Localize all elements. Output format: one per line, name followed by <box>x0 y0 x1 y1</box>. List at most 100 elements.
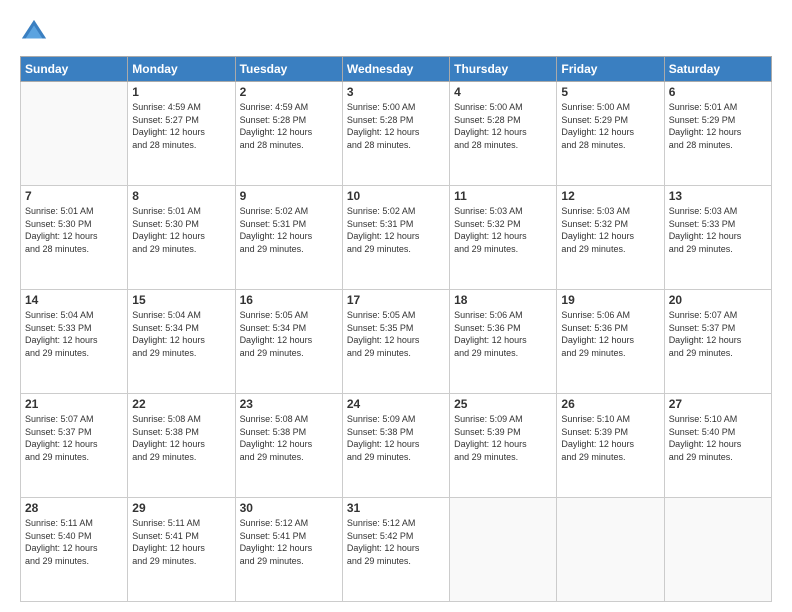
day-number: 5 <box>561 85 659 99</box>
day-number: 29 <box>132 501 230 515</box>
calendar-cell: 2Sunrise: 4:59 AMSunset: 5:28 PMDaylight… <box>235 82 342 186</box>
calendar-cell: 25Sunrise: 5:09 AMSunset: 5:39 PMDayligh… <box>450 394 557 498</box>
day-number: 2 <box>240 85 338 99</box>
calendar-cell: 21 Sunrise: 5:07 AMSunset: 5:37 PMDayligh… <box>21 394 128 498</box>
day-number: 9 <box>240 189 338 203</box>
day-info: Sunrise: 5:09 AMSunset: 5:39 PMDaylight:… <box>454 413 552 463</box>
day-info: Sunrise: 5:00 AMSunset: 5:28 PMDaylight:… <box>347 101 445 151</box>
header <box>20 18 772 46</box>
day-number: 4 <box>454 85 552 99</box>
calendar-week-row: 1 Sunrise: 4:59 AMSunset: 5:27 PMDaylight… <box>21 82 772 186</box>
day-number: 1 <box>132 85 230 99</box>
day-number: 22 <box>132 397 230 411</box>
calendar-cell: 26 Sunrise: 5:10 AMSunset: 5:39 PMDayligh… <box>557 394 664 498</box>
day-number: 15 <box>132 293 230 307</box>
day-info: Sunrise: 5:07 AMSunset: 5:37 PMDaylight:… <box>25 413 123 463</box>
calendar-cell: 23 Sunrise: 5:08 AMSunset: 5:38 PMDayligh… <box>235 394 342 498</box>
calendar-cell: 8 Sunrise: 5:01 AMSunset: 5:30 PMDaylight… <box>128 186 235 290</box>
calendar-cell: 20 Sunrise: 5:07 AMSunset: 5:37 PMDayligh… <box>664 290 771 394</box>
day-info: Sunrise: 5:01 AMSunset: 5:30 PMDaylight:… <box>132 205 230 255</box>
day-info: Sunrise: 5:04 AMSunset: 5:33 PMDaylight:… <box>25 309 123 359</box>
calendar-cell: 24 Sunrise: 5:09 AMSunset: 5:38 PMDayligh… <box>342 394 449 498</box>
calendar-cell: 12 Sunrise: 5:03 AMSunset: 5:32 PMDayligh… <box>557 186 664 290</box>
weekday-header-thursday: Thursday <box>450 57 557 82</box>
calendar-cell: 16Sunrise: 5:05 AMSunset: 5:34 PMDayligh… <box>235 290 342 394</box>
day-info: Sunrise: 5:07 AMSunset: 5:37 PMDaylight:… <box>669 309 767 359</box>
day-number: 6 <box>669 85 767 99</box>
day-info: Sunrise: 5:08 AMSunset: 5:38 PMDaylight:… <box>132 413 230 463</box>
day-number: 10 <box>347 189 445 203</box>
day-number: 21 <box>25 397 123 411</box>
day-number: 26 <box>561 397 659 411</box>
calendar-cell <box>664 498 771 602</box>
day-number: 8 <box>132 189 230 203</box>
day-info: Sunrise: 5:01 AMSunset: 5:29 PMDaylight:… <box>669 101 767 151</box>
calendar-cell: 27Sunrise: 5:10 AMSunset: 5:40 PMDayligh… <box>664 394 771 498</box>
calendar-cell: 11 Sunrise: 5:03 AMSunset: 5:32 PMDayligh… <box>450 186 557 290</box>
weekday-header-wednesday: Wednesday <box>342 57 449 82</box>
day-info: Sunrise: 5:01 AMSunset: 5:30 PMDaylight:… <box>25 205 123 255</box>
day-info: Sunrise: 5:02 AMSunset: 5:31 PMDaylight:… <box>347 205 445 255</box>
day-number: 19 <box>561 293 659 307</box>
calendar-cell <box>450 498 557 602</box>
day-number: 17 <box>347 293 445 307</box>
day-number: 3 <box>347 85 445 99</box>
calendar-week-row: 7 Sunrise: 5:01 AMSunset: 5:30 PMDaylight… <box>21 186 772 290</box>
day-number: 23 <box>240 397 338 411</box>
calendar-cell: 17 Sunrise: 5:05 AMSunset: 5:35 PMDayligh… <box>342 290 449 394</box>
calendar-cell: 18 Sunrise: 5:06 AMSunset: 5:36 PMDayligh… <box>450 290 557 394</box>
day-number: 28 <box>25 501 123 515</box>
calendar-cell: 6 Sunrise: 5:01 AMSunset: 5:29 PMDaylight… <box>664 82 771 186</box>
day-info: Sunrise: 5:09 AMSunset: 5:38 PMDaylight:… <box>347 413 445 463</box>
calendar-cell: 14 Sunrise: 5:04 AMSunset: 5:33 PMDayligh… <box>21 290 128 394</box>
calendar-cell: 15 Sunrise: 5:04 AMSunset: 5:34 PMDayligh… <box>128 290 235 394</box>
day-number: 20 <box>669 293 767 307</box>
calendar-cell <box>21 82 128 186</box>
day-info: Sunrise: 4:59 AMSunset: 5:27 PMDaylight:… <box>132 101 230 151</box>
day-info: Sunrise: 5:12 AMSunset: 5:42 PMDaylight:… <box>347 517 445 567</box>
page: SundayMondayTuesdayWednesdayThursdayFrid… <box>0 0 792 612</box>
weekday-header-sunday: Sunday <box>21 57 128 82</box>
calendar-cell <box>557 498 664 602</box>
calendar-cell: 22 Sunrise: 5:08 AMSunset: 5:38 PMDayligh… <box>128 394 235 498</box>
day-info: Sunrise: 5:05 AMSunset: 5:35 PMDaylight:… <box>347 309 445 359</box>
weekday-header-row: SundayMondayTuesdayWednesdayThursdayFrid… <box>21 57 772 82</box>
day-number: 18 <box>454 293 552 307</box>
calendar-cell: 7 Sunrise: 5:01 AMSunset: 5:30 PMDaylight… <box>21 186 128 290</box>
day-number: 13 <box>669 189 767 203</box>
day-number: 7 <box>25 189 123 203</box>
day-info: Sunrise: 5:11 AMSunset: 5:41 PMDaylight:… <box>132 517 230 567</box>
day-info: Sunrise: 5:04 AMSunset: 5:34 PMDaylight:… <box>132 309 230 359</box>
day-info: Sunrise: 5:12 AMSunset: 5:41 PMDaylight:… <box>240 517 338 567</box>
calendar-cell: 5 Sunrise: 5:00 AMSunset: 5:29 PMDaylight… <box>557 82 664 186</box>
calendar-week-row: 21 Sunrise: 5:07 AMSunset: 5:37 PMDayligh… <box>21 394 772 498</box>
day-number: 30 <box>240 501 338 515</box>
day-info: Sunrise: 5:00 AMSunset: 5:29 PMDaylight:… <box>561 101 659 151</box>
calendar-cell: 29 Sunrise: 5:11 AMSunset: 5:41 PMDayligh… <box>128 498 235 602</box>
day-info: Sunrise: 5:02 AMSunset: 5:31 PMDaylight:… <box>240 205 338 255</box>
day-info: Sunrise: 5:06 AMSunset: 5:36 PMDaylight:… <box>454 309 552 359</box>
day-info: Sunrise: 5:06 AMSunset: 5:36 PMDaylight:… <box>561 309 659 359</box>
day-info: Sunrise: 5:03 AMSunset: 5:32 PMDaylight:… <box>561 205 659 255</box>
day-number: 14 <box>25 293 123 307</box>
day-number: 11 <box>454 189 552 203</box>
logo-icon <box>20 18 48 46</box>
calendar-cell: 19 Sunrise: 5:06 AMSunset: 5:36 PMDayligh… <box>557 290 664 394</box>
day-info: Sunrise: 5:03 AMSunset: 5:33 PMDaylight:… <box>669 205 767 255</box>
logo <box>20 18 52 46</box>
day-info: Sunrise: 5:10 AMSunset: 5:40 PMDaylight:… <box>669 413 767 463</box>
calendar-cell: 4 Sunrise: 5:00 AMSunset: 5:28 PMDaylight… <box>450 82 557 186</box>
calendar-cell: 13 Sunrise: 5:03 AMSunset: 5:33 PMDayligh… <box>664 186 771 290</box>
calendar-cell: 28Sunrise: 5:11 AMSunset: 5:40 PMDayligh… <box>21 498 128 602</box>
day-info: Sunrise: 5:10 AMSunset: 5:39 PMDaylight:… <box>561 413 659 463</box>
day-number: 24 <box>347 397 445 411</box>
day-number: 12 <box>561 189 659 203</box>
weekday-header-monday: Monday <box>128 57 235 82</box>
calendar-cell: 1 Sunrise: 4:59 AMSunset: 5:27 PMDaylight… <box>128 82 235 186</box>
calendar-cell: 30 Sunrise: 5:12 AMSunset: 5:41 PMDayligh… <box>235 498 342 602</box>
weekday-header-tuesday: Tuesday <box>235 57 342 82</box>
day-info: Sunrise: 5:08 AMSunset: 5:38 PMDaylight:… <box>240 413 338 463</box>
day-info: Sunrise: 5:05 AMSunset: 5:34 PMDaylight:… <box>240 309 338 359</box>
day-info: Sunrise: 5:00 AMSunset: 5:28 PMDaylight:… <box>454 101 552 151</box>
day-info: Sunrise: 5:03 AMSunset: 5:32 PMDaylight:… <box>454 205 552 255</box>
